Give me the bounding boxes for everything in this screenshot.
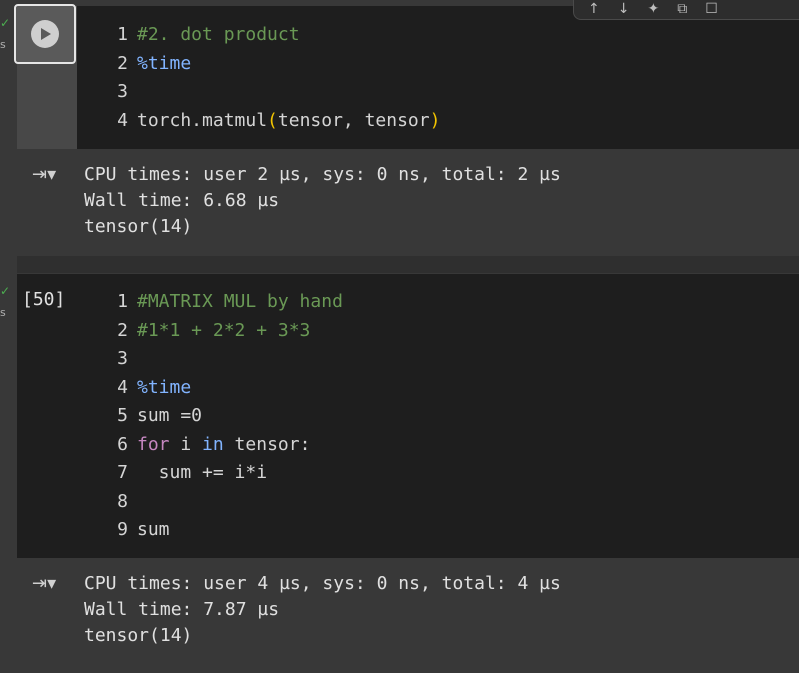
code-text: i [169,434,203,455]
line-number: 2 [117,320,128,341]
cell-separator [17,256,799,273]
cell-toolbar: ↑ ↓ ✦ ⧉ ☐ [573,0,799,20]
code-line: 4 %time [100,377,191,399]
code-line: 8 [100,491,137,513]
run-cell-button[interactable] [14,4,76,64]
output-line: tensor(14) [84,625,193,646]
code-line: 1 #2. dot product [100,24,300,46]
output-line: Wall time: 6.68 µs [84,190,280,211]
code-line: 9 sum [100,519,170,541]
code-line: 3 [100,81,137,103]
line-number: 1 [117,291,128,312]
code-comment: #2. dot product [137,24,300,45]
output-line: CPU times: user 2 µs, sys: 0 ns, total: … [84,164,561,185]
play-icon [31,20,59,48]
move-up-icon[interactable]: ↑ [588,0,600,17]
code-magic: %time [137,53,192,74]
code-line: 1 #MATRIX MUL by hand [100,291,343,313]
code-magic: %time [137,377,192,398]
code-line: 6 for i in tensor: [100,434,310,456]
code-paren-open: ( [267,110,278,131]
cell2-status-check-icon: ✓ [0,284,11,298]
code-text: sum [137,519,170,540]
code-keyword-in: in [202,434,224,455]
code-text: sum += i*i [137,462,268,483]
line-number: 2 [117,53,128,74]
execution-count: [50] [22,289,66,310]
code-text: tensor: [223,434,311,455]
code-line: 7 sum += i*i [100,462,267,484]
line-number: 5 [117,405,128,426]
link-icon[interactable]: ⧉ [677,0,687,17]
output-line: Wall time: 7.87 µs [84,599,280,620]
cell2-status-suffix: s [0,306,6,319]
code-args: tensor, tensor [277,110,430,131]
cell1-status-check-icon: ✓ [0,16,11,30]
line-number: 8 [117,491,128,512]
output-line: CPU times: user 4 µs, sys: 0 ns, total: … [84,573,561,594]
output-line: tensor(14) [84,216,193,237]
line-number: 6 [117,434,128,455]
comment-icon[interactable]: ☐ [705,0,718,17]
code-keyword-for: for [137,434,170,455]
code-line: 2 #1*1 + 2*2 + 3*3 [100,320,310,342]
code-line: 5 sum =0 [100,405,202,427]
code-comment: #1*1 + 2*2 + 3*3 [137,320,311,341]
output-collapse-icon[interactable]: ⇥▾ [32,164,60,188]
line-number: 4 [117,377,128,398]
cell2-run-gutter[interactable] [17,274,77,558]
code-line: 2 %time [100,53,191,75]
code-paren-close: ) [429,110,441,131]
output-collapse-icon[interactable]: ⇥▾ [32,573,60,597]
line-number: 3 [117,348,128,369]
code-line: 4 torch.matmul(tensor, tensor) [100,110,440,132]
line-number: 9 [117,519,128,540]
left-gutter [0,0,17,673]
line-number: 4 [117,110,128,131]
code-text: sum =0 [137,405,203,426]
code-text: torch.matmul [137,110,268,131]
sparkle-icon[interactable]: ✦ [647,0,659,17]
line-number: 1 [117,24,128,45]
line-number: 3 [117,81,128,102]
cell1-status-suffix: s [0,38,6,51]
line-number: 7 [117,462,128,483]
move-down-icon[interactable]: ↓ [618,0,630,17]
code-comment: #MATRIX MUL by hand [137,291,343,312]
code-line: 3 [100,348,137,370]
